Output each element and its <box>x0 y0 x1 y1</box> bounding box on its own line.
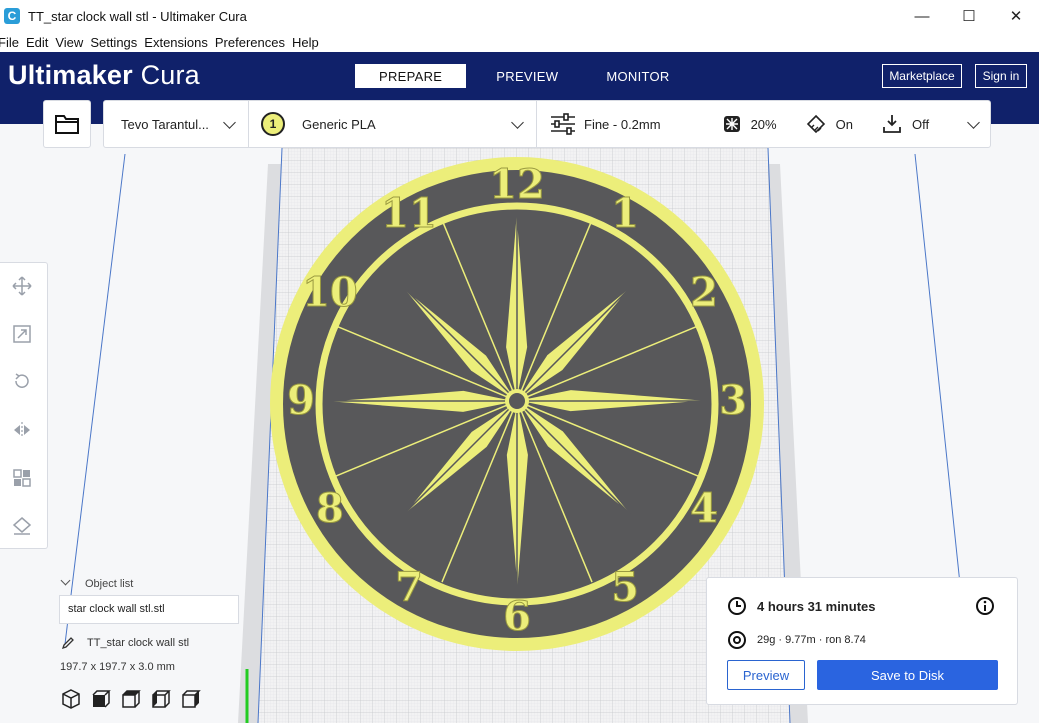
edit-pencil-icon[interactable] <box>61 636 75 650</box>
menu-file[interactable]: File <box>0 35 19 50</box>
clock-numeral: 2 <box>690 269 718 316</box>
print-settings-bar: Tevo Tarantul... 1 Generic PLA Fine - 0.… <box>103 100 991 148</box>
clock-numeral: 8 <box>316 485 344 532</box>
print-info-panel: 4 hours 31 minutes 29g · 9.77m · ron 8.7… <box>706 577 1018 705</box>
menu-bar: File Edit View Settings Extensions Prefe… <box>0 32 1039 52</box>
view-left-icon[interactable] <box>150 688 172 710</box>
preview-button[interactable]: Preview <box>727 660 805 690</box>
printer-name: Tevo Tarantul... <box>121 116 209 132</box>
marketplace-button[interactable]: Marketplace <box>882 64 962 88</box>
view-front-icon[interactable] <box>90 688 112 710</box>
clock-icon <box>728 597 746 615</box>
minimize-button[interactable]: — <box>899 0 945 32</box>
clock-numeral: 12 <box>489 161 545 208</box>
move-tool-icon[interactable] <box>10 274 34 298</box>
clock-numeral: 4 <box>690 485 718 532</box>
print-setup-selector[interactable]: Fine - 0.2mm 20% On Off <box>550 101 980 147</box>
model-dimensions: 197.7 x 197.7 x 3.0 mm <box>60 661 175 673</box>
infill-icon <box>723 116 740 132</box>
close-window-button[interactable]: ✕ <box>993 0 1039 32</box>
material-selector[interactable]: 1 Generic PLA <box>261 101 531 147</box>
mirror-tool-icon[interactable] <box>10 418 34 442</box>
material-name: Generic PLA <box>302 116 376 132</box>
view-3d-icon[interactable] <box>60 688 82 710</box>
maximize-button[interactable]: ☐ <box>946 0 992 32</box>
open-file-button[interactable] <box>43 100 91 148</box>
object-list-title: Object list <box>85 578 134 590</box>
material-usage-row: 29g · 9.77m · ron 8.74 <box>727 630 866 650</box>
menu-help[interactable]: Help <box>292 35 319 50</box>
clock-numeral: 10 <box>302 269 358 316</box>
print-time: 4 hours 31 minutes <box>757 598 876 614</box>
adhesion-value: Off <box>911 116 930 132</box>
infill-value: 20% <box>750 116 777 132</box>
window-title: TT_star clock wall stl - Ultimaker Cura <box>28 8 247 24</box>
material-usage: 29g · 9.77m · ron 8.74 <box>757 634 866 646</box>
spool-icon <box>728 631 746 649</box>
tab-prepare[interactable]: PREPARE <box>355 64 467 88</box>
print-time-row: 4 hours 31 minutes <box>727 596 875 616</box>
clock-numeral: 3 <box>719 377 747 424</box>
logo-ultimaker: Ultimaker <box>8 60 133 90</box>
stage-tabs: PREPARE PREVIEW MONITOR <box>355 64 694 88</box>
scale-tool-icon[interactable] <box>10 322 34 346</box>
per-model-settings-icon[interactable] <box>10 466 34 490</box>
job-name[interactable]: TT_star clock wall stl <box>87 637 189 649</box>
info-icon[interactable] <box>975 596 995 616</box>
menu-settings[interactable]: Settings <box>90 35 137 50</box>
clock-numeral: 5 <box>611 564 639 611</box>
clock-numeral: 6 <box>503 593 531 640</box>
logo-cura: Cura <box>140 60 200 90</box>
adhesion-icon <box>883 115 901 133</box>
profile-label: Fine - 0.2mm <box>584 116 661 132</box>
menu-view[interactable]: View <box>55 35 83 50</box>
clock-center-hub <box>505 389 529 413</box>
build-volume-edge-left <box>64 153 126 645</box>
cura-app-icon: C <box>4 8 20 24</box>
menu-preferences[interactable]: Preferences <box>215 35 285 50</box>
support-blocker-icon[interactable] <box>10 514 34 538</box>
support-value: On <box>835 116 853 132</box>
clock-numeral: 11 <box>381 190 437 237</box>
clock-numeral: 9 <box>287 377 315 424</box>
tab-monitor[interactable]: MONITOR <box>582 64 693 88</box>
clock-numeral: 1 <box>611 190 639 237</box>
sign-in-button[interactable]: Sign in <box>975 64 1027 88</box>
view-top-icon[interactable] <box>120 688 142 710</box>
folder-icon <box>55 115 79 134</box>
menu-extensions[interactable]: Extensions <box>144 35 208 50</box>
window-title-bar: C TT_star clock wall stl - Ultimaker Cur… <box>0 0 1039 32</box>
divider <box>536 101 537 147</box>
tab-preview[interactable]: PREVIEW <box>472 64 582 88</box>
clock-numeral: 7 <box>395 564 423 611</box>
star-clock-model[interactable]: 121234567891011 <box>270 157 764 651</box>
menu-edit[interactable]: Edit <box>26 35 48 50</box>
view-right-icon[interactable] <box>180 688 202 710</box>
object-list-item[interactable]: star clock wall stl.stl <box>59 595 239 624</box>
ultimaker-cura-logo: Ultimaker Cura <box>8 60 200 91</box>
tool-panel <box>0 262 48 549</box>
divider <box>248 101 249 147</box>
build-volume-edge-right <box>914 153 961 585</box>
extruder-badge-icon: 1 <box>261 112 285 136</box>
sliders-icon <box>551 113 575 135</box>
save-to-disk-button[interactable]: Save to Disk <box>817 660 998 690</box>
rotate-tool-icon[interactable] <box>10 369 34 393</box>
support-icon <box>806 114 825 134</box>
